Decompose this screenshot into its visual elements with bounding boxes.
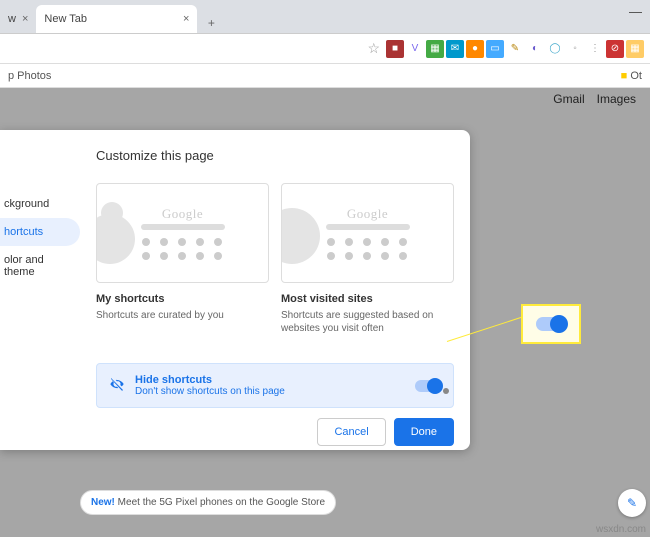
card-preview: Google <box>96 183 269 283</box>
extension-icon[interactable]: ✎ <box>506 40 524 58</box>
bookmark-star-icon[interactable]: ☆ <box>367 40 380 57</box>
close-icon[interactable]: × <box>22 13 28 25</box>
card-title: My shortcuts <box>96 293 269 305</box>
extension-icon[interactable]: ⊘ <box>606 40 624 58</box>
extension-icon[interactable]: ■ <box>386 40 404 58</box>
extension-icon[interactable]: ✉ <box>446 40 464 58</box>
toggle-zoom <box>536 317 566 331</box>
card-desc: Shortcuts are curated by you <box>96 309 269 322</box>
hide-icon <box>109 376 125 395</box>
sidebar-item-color[interactable]: olor and theme <box>0 246 80 286</box>
extension-icon[interactable]: ⋮ <box>586 40 604 58</box>
dialog-sidebar: ckground hortcuts olor and theme <box>0 130 80 450</box>
tab-partial[interactable]: w× <box>0 5 36 33</box>
profile-avatar[interactable]: ▦ <box>626 40 644 58</box>
bookmark-bar: p Photos ■ Ot <box>0 64 650 88</box>
customize-dialog: ckground hortcuts olor and theme Customi… <box>0 130 470 450</box>
extension-icon[interactable]: ◯ <box>546 40 564 58</box>
card-desc: Shortcuts are suggested based on website… <box>281 309 454 335</box>
card-title: Most visited sites <box>281 293 454 305</box>
cancel-button[interactable]: Cancel <box>317 418 385 446</box>
window-minimize[interactable]: — <box>629 4 642 19</box>
tab-new-tab[interactable]: New Tab× <box>36 5 197 33</box>
tab-strip: w× New Tab× + — <box>0 0 650 34</box>
bookmark-item[interactable]: p Photos <box>8 70 51 82</box>
bookmark-item[interactable]: ■ Ot <box>621 70 642 82</box>
sidebar-item-shortcuts[interactable]: hortcuts <box>0 218 80 246</box>
extension-icon[interactable]: ◦ <box>566 40 584 58</box>
dialog-main: Customize this page Google My shortcuts … <box>80 130 470 450</box>
toolbar: ☆ ■ V ▦ ✉ ● ▭ ✎ ◐ ◯ ◦ ⋮ ⊘ ▦ <box>0 34 650 64</box>
extension-icon[interactable]: ◐ <box>526 40 544 58</box>
option-my-shortcuts[interactable]: Google My shortcuts Shortcuts are curate… <box>96 183 269 335</box>
close-icon[interactable]: × <box>183 13 189 25</box>
new-tab-button[interactable]: + <box>201 13 221 33</box>
extension-icon[interactable]: ▭ <box>486 40 504 58</box>
sidebar-item-background[interactable]: ckground <box>0 190 80 218</box>
hide-desc: Don't show shortcuts on this page <box>135 386 285 397</box>
option-most-visited[interactable]: Google Most visited sites Shortcuts are … <box>281 183 454 335</box>
done-button[interactable]: Done <box>394 418 454 446</box>
promo-chip[interactable]: New! Meet the 5G Pixel phones on the Goo… <box>80 490 336 515</box>
annotation-callout <box>521 304 581 344</box>
extension-icon[interactable]: V <box>406 40 424 58</box>
hide-shortcuts-toggle[interactable] <box>415 380 441 392</box>
hide-shortcuts-row: Hide shortcuts Don't show shortcuts on t… <box>96 363 454 408</box>
customize-pencil-button[interactable]: ✎ <box>618 489 646 517</box>
watermark: wsxdn.com <box>596 524 646 535</box>
extension-icon[interactable]: ● <box>466 40 484 58</box>
annotation-dot <box>443 388 449 394</box>
dialog-title: Customize this page <box>96 148 454 163</box>
card-preview: Google <box>281 183 454 283</box>
hide-title: Hide shortcuts <box>135 374 285 386</box>
extension-icon[interactable]: ▦ <box>426 40 444 58</box>
